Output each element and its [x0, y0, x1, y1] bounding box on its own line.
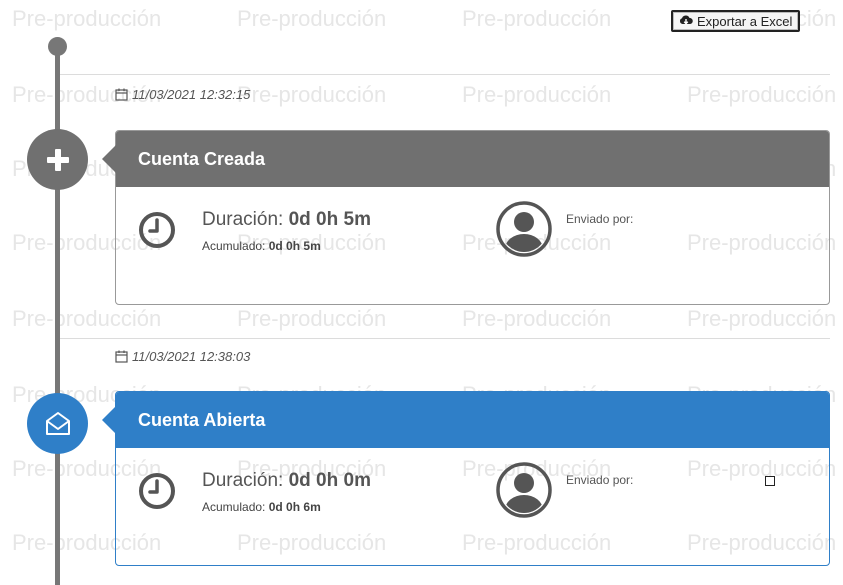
watermark-text: Pre-producción	[237, 6, 387, 31]
event-title: Cuenta Abierta	[138, 409, 266, 430]
checkbox[interactable]	[765, 476, 775, 486]
watermark-text: Pre-producción	[462, 6, 612, 31]
accumulated-label: Acumulado:	[202, 239, 266, 253]
accumulated-row: Acumulado: 0d 0h 5m	[202, 239, 321, 253]
watermark-text: Pre-producción	[462, 82, 612, 107]
duration-row: Duración: 0d 0h 5m	[202, 209, 371, 231]
cloud-download-icon	[679, 15, 693, 27]
clock-icon	[138, 211, 176, 249]
watermark-text: Pre-producción	[462, 306, 612, 331]
calendar-icon	[115, 350, 128, 363]
accumulated-value: 0d 0h 6m	[268, 500, 321, 514]
event-date-text: 11/03/2021 12:32:15	[132, 87, 251, 102]
event-date-text: 11/03/2021 12:38:03	[132, 349, 251, 364]
duration-label: Duración:	[202, 470, 284, 491]
timeline-line	[55, 45, 60, 585]
watermark-text: Pre-producción	[12, 6, 162, 31]
calendar-icon	[115, 88, 128, 101]
open-envelope-icon	[44, 410, 72, 438]
user-avatar-icon	[496, 201, 552, 257]
event-card-body: Duración: 0d 0h 5m Acumulado: 0d 0h 5m E…	[116, 187, 829, 305]
export-excel-button[interactable]: Exportar a Excel	[671, 10, 801, 32]
timeline-start-dot	[48, 37, 67, 56]
watermark-text: Pre-producción	[687, 306, 837, 331]
event-card-header: Cuenta Creada	[102, 131, 829, 187]
duration-value: 0d 0h 5m	[288, 209, 371, 230]
duration-row: Duración: 0d 0h 0m	[202, 470, 371, 492]
accumulated-label: Acumulado:	[202, 500, 266, 514]
sent-by-label: Enviado por:	[566, 212, 634, 226]
watermark-text: Pre-producción	[237, 82, 387, 107]
watermark-text: Pre-producción	[237, 306, 387, 331]
event-card: Cuenta Abierta Duración: 0d 0h 0m Acumul…	[102, 391, 830, 566]
event-icon-badge	[27, 393, 88, 454]
event-card: Cuenta Creada Duración: 0d 0h 5m Acumula…	[102, 130, 830, 305]
divider	[60, 338, 830, 339]
sent-by-label: Enviado por:	[566, 473, 634, 487]
accumulated-value: 0d 0h 5m	[268, 239, 321, 253]
clock-icon	[138, 472, 176, 510]
event-icon-badge	[27, 129, 88, 190]
divider	[60, 74, 830, 75]
plus-icon	[45, 147, 71, 173]
event-title: Cuenta Creada	[138, 148, 266, 169]
watermark-text: Pre-producción	[12, 306, 162, 331]
card-pointer	[102, 145, 116, 173]
event-card-body: Duración: 0d 0h 0m Acumulado: 0d 0h 6m E…	[116, 448, 829, 566]
accumulated-row: Acumulado: 0d 0h 6m	[202, 500, 321, 514]
export-excel-label: Exportar a Excel	[697, 13, 793, 29]
duration-label: Duración:	[202, 209, 284, 230]
event-date: 11/03/2021 12:32:15	[115, 87, 250, 102]
event-card-header: Cuenta Abierta	[102, 392, 829, 448]
event-date: 11/03/2021 12:38:03	[115, 349, 250, 364]
card-pointer	[102, 406, 116, 434]
user-avatar-icon	[496, 462, 552, 518]
duration-value: 0d 0h 0m	[288, 470, 371, 491]
watermark-text: Pre-producción	[687, 82, 837, 107]
